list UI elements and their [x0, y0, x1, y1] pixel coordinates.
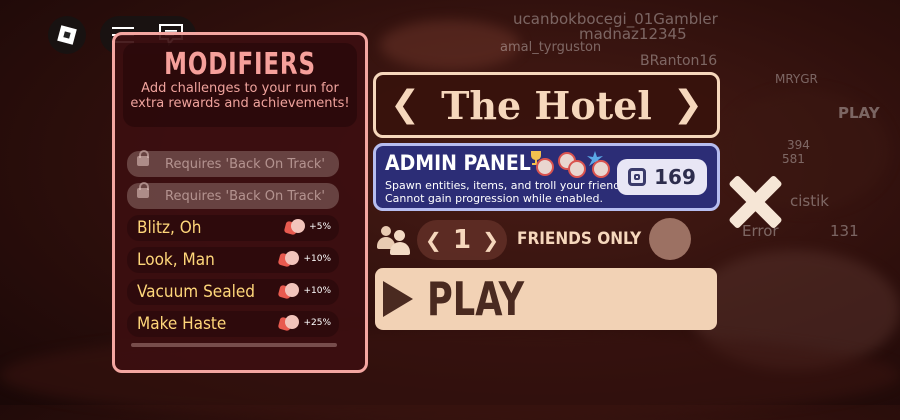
knobs-bonus-icon [278, 282, 301, 300]
knobs-bonus-icon [283, 218, 307, 236]
lock-icon [137, 150, 149, 166]
admin-panel-icons [528, 150, 610, 178]
bg-player-name: 581 [782, 152, 805, 166]
map-prev-button[interactable]: ❮ [390, 87, 420, 123]
map-selector: ❮ The Hotel ❯ [373, 72, 720, 138]
knobs-bonus-icon [278, 250, 301, 268]
map-name: The Hotel [441, 82, 652, 128]
bg-player-name: amal_tyrguston [500, 40, 602, 55]
modifiers-title: MODIFIERS [164, 47, 316, 82]
lock-icon [137, 182, 149, 198]
admin-panel-title: ADMIN PANEL [385, 151, 531, 175]
bg-player-name: cistik [790, 192, 829, 210]
modifier-blitz-oh[interactable]: Blitz, Oh +5% [127, 215, 339, 241]
friends-icon [377, 222, 411, 256]
modifier-label: Make Haste [137, 314, 227, 334]
modifier-bonus-value: +10% [303, 286, 331, 296]
modifier-bonus: +25% [278, 314, 331, 332]
modifier-vacuum-sealed[interactable]: Vacuum Sealed +10% [127, 279, 339, 305]
modifier-bonus-value: +10% [303, 254, 331, 264]
bg-player-name: 394 [787, 138, 810, 152]
modifier-bonus: +10% [278, 250, 331, 268]
modifier-label: Look, Man [137, 250, 215, 270]
robux-price-button[interactable]: 169 [617, 159, 707, 195]
friends-only-label: FRIENDS ONLY [517, 229, 642, 249]
robux-price: 169 [654, 165, 696, 189]
count-increase-button[interactable]: ❯ [482, 228, 499, 252]
disabled-badge-icon [536, 158, 554, 176]
friends-only-toggle[interactable] [649, 218, 691, 260]
modifiers-list: Requires 'Back On Track' Requires 'Back … [127, 150, 339, 343]
admin-panel-card[interactable]: ADMIN PANEL Spawn entities, items, and t… [373, 143, 720, 211]
play-button[interactable]: PLAY [375, 268, 717, 330]
modifiers-subtitle: Add challenges to your run for extra rew… [130, 81, 350, 111]
modifier-locked: Requires 'Back On Track' [127, 150, 339, 177]
knobs-bonus-icon [278, 314, 301, 332]
modifier-locked: Requires 'Back On Track' [127, 182, 339, 209]
player-count-value: 1 [452, 225, 472, 255]
robux-icon [628, 168, 647, 186]
bg-play-text: PLAY [838, 104, 880, 122]
modifier-bonus: +5% [283, 218, 331, 236]
modifier-make-haste[interactable]: Make Haste +25% [127, 311, 339, 337]
modifiers-header: MODIFIERS Add challenges to your run for… [123, 43, 357, 127]
modifier-locked-label: Requires 'Back On Track' [165, 188, 325, 204]
modifier-look-man[interactable]: Look, Man +10% [127, 247, 339, 273]
modifier-bonus-value: +5% [309, 222, 331, 232]
map-next-button[interactable]: ❯ [673, 87, 703, 123]
disabled-badge-icon [568, 160, 586, 178]
count-decrease-button[interactable]: ❮ [425, 228, 442, 252]
modifier-bonus: +10% [278, 282, 331, 300]
disabled-badge-icon [592, 160, 610, 178]
admin-desc-line: Spawn entities, items, and troll your fr… [385, 179, 631, 192]
modifier-label: Vacuum Sealed [137, 282, 255, 302]
roblox-logo-icon [57, 25, 77, 45]
modifiers-panel: MODIFIERS Add challenges to your run for… [112, 32, 368, 373]
bg-player-name: MRYGR [775, 72, 818, 86]
modifier-label: Blitz, Oh [137, 218, 202, 238]
bg-player-name: BRanton16 [640, 53, 718, 69]
bg-player-name: 131 [830, 222, 859, 240]
play-icon [383, 281, 413, 317]
modifier-locked-label: Requires 'Back On Track' [165, 156, 325, 172]
admin-panel-description: Spawn entities, items, and troll your fr… [385, 179, 630, 205]
modifier-bonus-value: +25% [303, 318, 331, 328]
admin-desc-line: Cannot gain progression while enabled. [385, 192, 604, 205]
modifiers-scrollbar[interactable] [131, 343, 337, 347]
roblox-menu-button[interactable] [48, 16, 86, 54]
close-icon[interactable] [727, 174, 783, 230]
player-count-stepper: ❮ 1 ❯ [417, 220, 507, 260]
play-label: PLAY [427, 272, 525, 326]
